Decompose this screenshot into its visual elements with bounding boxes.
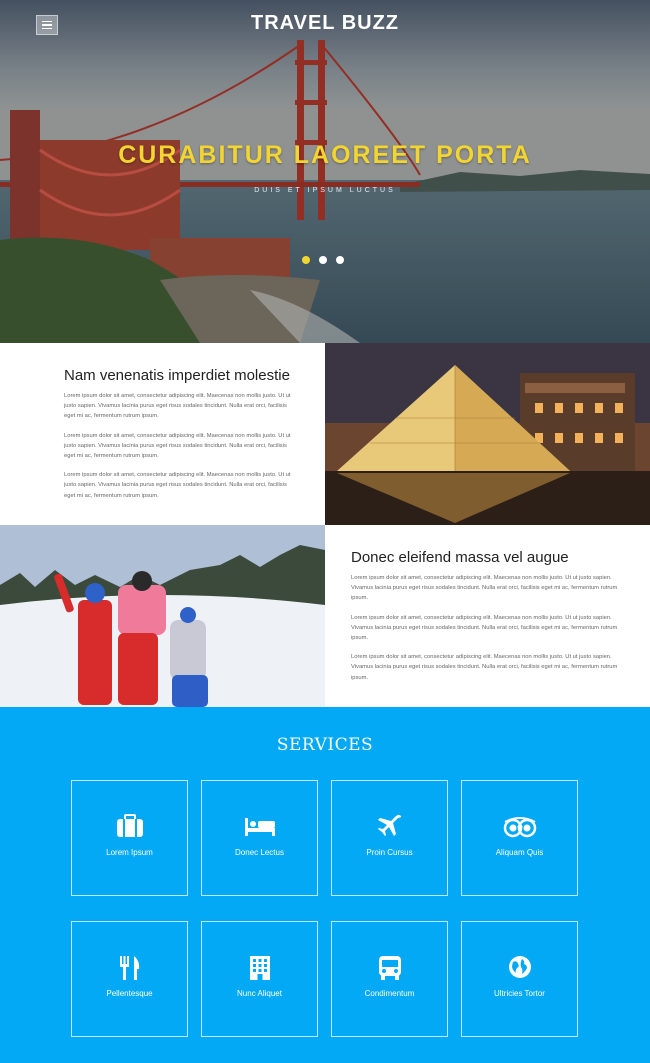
hero-title: CURABITUR LAOREET PORTA bbox=[118, 141, 532, 169]
service-card-aliquam-quis[interactable]: Aliquam Quis bbox=[461, 780, 578, 896]
feature-text-1: Nam venenatis imperdiet molestie Lorem i… bbox=[0, 343, 325, 525]
service-card-pellentesque[interactable]: Pellentesque bbox=[71, 921, 188, 1037]
site-logo[interactable]: TRAVEL BUZZ bbox=[0, 12, 650, 35]
feature-heading: Nam venenatis imperdiet molestie bbox=[64, 367, 290, 384]
family-snow-image bbox=[0, 525, 325, 707]
service-card-donec-lectus[interactable]: Donec Lectus bbox=[201, 780, 318, 896]
hero-slider: TRAVEL BUZZ CURABITUR LAOREET PORTA DUIS… bbox=[0, 0, 650, 343]
slide-dot-1[interactable] bbox=[302, 256, 310, 264]
service-label: Pellentesque bbox=[106, 989, 153, 998]
service-label: Lorem Ipsum bbox=[106, 848, 153, 857]
feature-paragraph: Lorem ipsum dolor sit amet, consectetur … bbox=[351, 654, 618, 681]
service-label: Proin Cursus bbox=[366, 848, 413, 857]
feature-paragraph: Lorem ipsum dolor sit amet, consectetur … bbox=[64, 472, 291, 499]
bed-icon bbox=[202, 814, 317, 838]
cutlery-icon bbox=[72, 955, 187, 980]
hero-subtitle: DUIS ET IPSUM LUCTUS bbox=[254, 187, 396, 194]
feature-paragraph: Lorem ipsum dolor sit amet, consectetur … bbox=[64, 393, 291, 420]
service-label: Aliquam Quis bbox=[495, 848, 544, 857]
feature-paragraph: Lorem ipsum dolor sit amet, consectetur … bbox=[64, 432, 291, 460]
service-card-proin-cursus[interactable]: Proin Cursus bbox=[331, 780, 448, 896]
plane-icon bbox=[332, 814, 447, 838]
service-card-ultricies-tortor[interactable]: Ultricies Tortor bbox=[461, 921, 578, 1037]
feature-paragraph: Lorem ipsum dolor sit amet, consectetur … bbox=[351, 614, 618, 642]
feature-paragraph: Lorem ipsum dolor sit amet, consectetur … bbox=[351, 575, 618, 602]
service-card-condimentum[interactable]: Condimentum bbox=[331, 921, 448, 1037]
service-card-nunc-aliquet[interactable]: Nunc Aliquet bbox=[201, 921, 318, 1037]
globe-icon bbox=[462, 955, 577, 979]
feature-row-2: Donec eleifend massa vel augue Lorem ips… bbox=[0, 525, 650, 707]
binoculars-icon bbox=[462, 814, 577, 838]
service-label: Nunc Aliquet bbox=[237, 989, 282, 998]
feature-text-2: Donec eleifend massa vel augue Lorem ips… bbox=[325, 525, 650, 707]
services-title: SERVICES bbox=[276, 735, 374, 755]
feature-row-1: Nam venenatis imperdiet molestie Lorem i… bbox=[0, 343, 650, 525]
suitcase-icon bbox=[72, 814, 187, 838]
hero-background-image bbox=[0, 0, 650, 343]
slide-dot-2[interactable] bbox=[319, 256, 327, 264]
services-section: SERVICES Lorem Ipsum Donec Lectus Proin … bbox=[0, 707, 650, 1063]
bus-icon bbox=[332, 955, 447, 980]
service-card-lorem-ipsum[interactable]: Lorem Ipsum bbox=[71, 780, 188, 896]
service-label: Donec Lectus bbox=[235, 848, 284, 857]
building-icon bbox=[202, 955, 317, 980]
feature-heading: Donec eleifend massa vel augue bbox=[351, 549, 569, 566]
service-label: Condimentum bbox=[364, 989, 415, 998]
slide-dot-3[interactable] bbox=[336, 256, 344, 264]
service-label: Ultricies Tortor bbox=[494, 989, 545, 998]
louvre-pyramid-image bbox=[325, 343, 650, 525]
slider-dots bbox=[302, 256, 344, 264]
